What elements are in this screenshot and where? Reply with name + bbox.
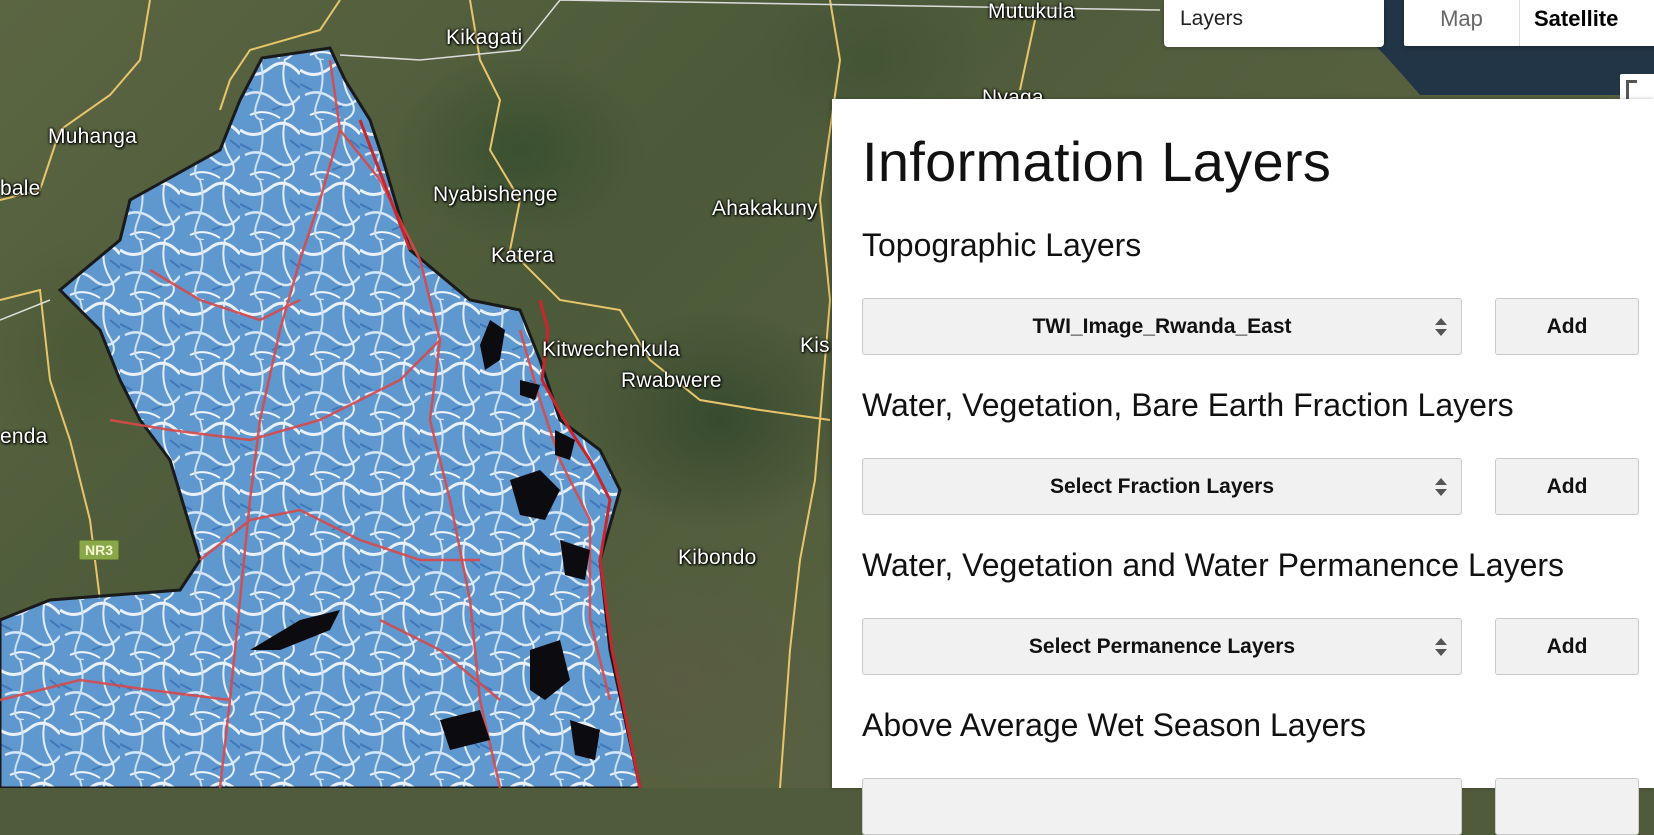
section-title-fraction: Water, Vegetation, Bare Earth Fraction L… xyxy=(862,387,1514,423)
place-label: Kis xyxy=(800,334,830,357)
fraction-layer-select[interactable]: Select Fraction Layers xyxy=(862,458,1462,515)
place-label: Katera xyxy=(491,244,555,267)
permanence-layer-select[interactable]: Select Permanence Layers xyxy=(862,618,1462,675)
map-type-control: Map Satellite xyxy=(1404,0,1654,46)
select-arrows-icon xyxy=(1435,478,1447,496)
place-label: Kibondo xyxy=(678,546,757,569)
wet-season-layer-select[interactable] xyxy=(862,778,1462,835)
place-label: Rwabwere xyxy=(621,369,722,392)
section-title-topographic: Topographic Layers xyxy=(862,227,1142,263)
map-type-satellite-button[interactable]: Satellite xyxy=(1520,0,1654,46)
add-permanence-button[interactable]: Add xyxy=(1495,618,1639,675)
information-layers-panel: Information Layers Topographic Layers TW… xyxy=(832,99,1654,835)
select-arrows-icon xyxy=(1435,318,1447,336)
select-arrows-icon xyxy=(1435,638,1447,656)
road-shield: NR3 xyxy=(79,540,120,560)
place-label: Muhanga xyxy=(48,125,137,148)
topographic-layer-select[interactable]: TWI_Image_Rwanda_East xyxy=(862,298,1462,355)
place-label: Nyabishenge xyxy=(433,183,558,206)
layers-control[interactable]: Layers xyxy=(1164,0,1384,47)
select-value: Select Permanence Layers xyxy=(1028,635,1296,658)
add-topographic-button[interactable]: Add xyxy=(1495,298,1639,355)
select-value: Select Fraction Layers xyxy=(1049,475,1275,498)
layers-label: Layers xyxy=(1180,7,1244,30)
place-label: Mutukula xyxy=(988,0,1075,23)
section-title-wet-season: Above Average Wet Season Layers xyxy=(862,707,1367,743)
select-value: TWI_Image_Rwanda_East xyxy=(1032,315,1292,338)
add-wet-season-button[interactable] xyxy=(1495,778,1639,835)
panel-title: Information Layers xyxy=(862,130,1332,193)
place-label: enda xyxy=(0,425,48,448)
place-label: Ahakakuny xyxy=(712,197,818,220)
place-label: Kitwechenkula xyxy=(542,338,681,361)
section-title-permanence: Water, Vegetation and Water Permanence L… xyxy=(862,547,1565,583)
place-label: bale xyxy=(0,177,41,200)
map-type-map-button[interactable]: Map xyxy=(1404,0,1520,46)
place-label: Kikagati xyxy=(446,26,523,49)
add-fraction-button[interactable]: Add xyxy=(1495,458,1639,515)
